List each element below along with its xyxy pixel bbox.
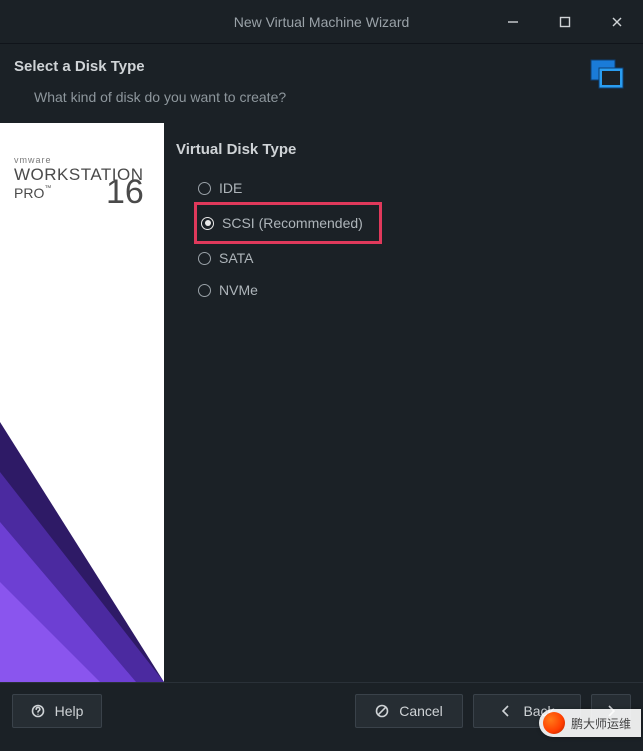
maximize-button[interactable] bbox=[539, 0, 591, 43]
watermark: 鹏大师运维 bbox=[539, 709, 641, 737]
radio-icon bbox=[201, 217, 214, 230]
radio-icon bbox=[198, 284, 211, 297]
minimize-icon bbox=[506, 15, 520, 29]
cancel-icon bbox=[375, 704, 389, 718]
wizard-content: Virtual Disk Type IDE SCSI (Recommended)… bbox=[164, 123, 643, 682]
close-button[interactable] bbox=[591, 0, 643, 43]
radio-label: SATA bbox=[219, 250, 254, 266]
close-icon bbox=[610, 15, 624, 29]
help-icon bbox=[31, 704, 45, 718]
radio-label: NVMe bbox=[219, 282, 258, 298]
brand-line1: vmware bbox=[14, 155, 144, 165]
highlight-recommended: SCSI (Recommended) bbox=[194, 202, 382, 244]
vmware-brand: vmware WORKSTATION PRO™ 16 bbox=[14, 155, 144, 203]
section-title: Virtual Disk Type bbox=[176, 141, 631, 158]
brand-version: 16 bbox=[106, 173, 144, 212]
cancel-label: Cancel bbox=[399, 703, 443, 719]
help-button[interactable]: Help bbox=[12, 694, 102, 728]
disk-header-icon bbox=[585, 56, 629, 101]
wizard-sidebar: vmware WORKSTATION PRO™ 16 bbox=[0, 123, 164, 682]
radio-label: IDE bbox=[219, 180, 242, 196]
cancel-button[interactable]: Cancel bbox=[355, 694, 463, 728]
brand-line3: PRO bbox=[14, 185, 44, 201]
brand-tm: ™ bbox=[44, 185, 51, 192]
page-title: Select a Disk Type bbox=[14, 58, 629, 75]
window-controls bbox=[487, 0, 643, 43]
radio-scsi[interactable]: SCSI (Recommended) bbox=[197, 207, 365, 239]
watermark-text: 鹏大师运维 bbox=[571, 715, 631, 732]
radio-ide[interactable]: IDE bbox=[198, 172, 631, 204]
disk-type-radio-group: IDE SCSI (Recommended) SATA NVMe bbox=[198, 172, 631, 306]
maximize-icon bbox=[558, 15, 572, 29]
radio-label: SCSI (Recommended) bbox=[222, 215, 363, 231]
page-subtitle: What kind of disk do you want to create? bbox=[34, 89, 629, 105]
minimize-button[interactable] bbox=[487, 0, 539, 43]
help-label: Help bbox=[55, 703, 84, 719]
chevron-left-icon bbox=[499, 704, 513, 718]
radio-sata[interactable]: SATA bbox=[198, 242, 631, 274]
wizard-header: Select a Disk Type What kind of disk do … bbox=[0, 44, 643, 123]
sidebar-decoration bbox=[0, 382, 164, 682]
radio-icon bbox=[198, 252, 211, 265]
radio-nvme[interactable]: NVMe bbox=[198, 274, 631, 306]
watermark-avatar-icon bbox=[543, 712, 565, 734]
radio-icon bbox=[198, 182, 211, 195]
titlebar: New Virtual Machine Wizard bbox=[0, 0, 643, 44]
